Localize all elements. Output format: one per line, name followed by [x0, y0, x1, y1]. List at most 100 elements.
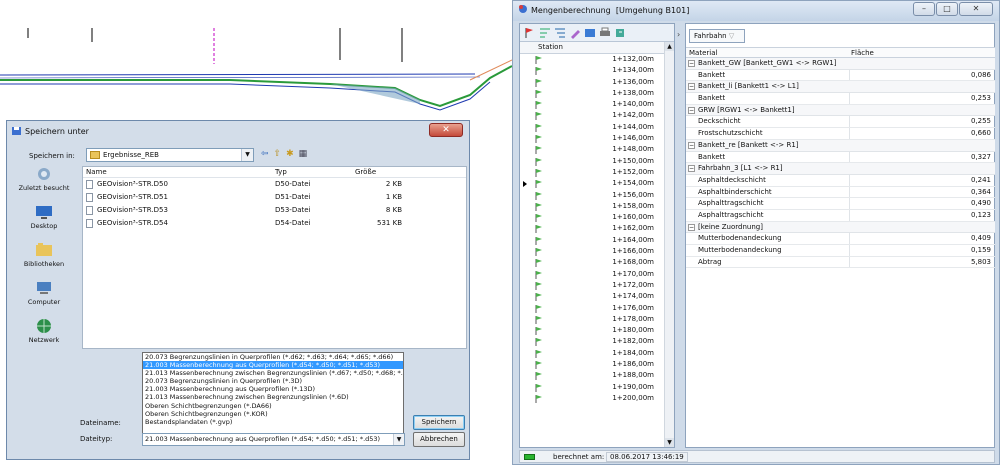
flaeche-column-header[interactable]: Fläche [851, 48, 874, 58]
material-row[interactable]: Bankett 0,253 [686, 93, 995, 105]
sort-list-icon[interactable] [554, 27, 566, 39]
file-list[interactable]: Name Typ Größe GEOvision³-STR.D50 D50-Dat… [82, 166, 467, 349]
back-arrow-icon[interactable]: ⇦ [261, 149, 269, 159]
export-icon[interactable] [614, 27, 626, 39]
station-row[interactable]: 1+182,00m [520, 336, 674, 347]
scroll-up-arrow-icon[interactable]: ▲ [665, 42, 674, 51]
station-list[interactable]: 1+132,00m 1+134,00m 1+136,00m 1+138,00m 1+14… [520, 54, 674, 404]
station-row[interactable]: 1+162,00m [520, 223, 674, 234]
station-row[interactable]: 1+186,00m [520, 359, 674, 370]
station-row[interactable]: 1+176,00m [520, 303, 674, 314]
material-row[interactable]: Asphaltdeckschicht 0,241 [686, 174, 995, 187]
filetype-option[interactable]: Oberen Schichtbegrenzungen (*.KOR) [143, 410, 403, 418]
station-row[interactable]: 1+148,00m [520, 144, 674, 155]
dialog-close-button[interactable]: ✕ [429, 123, 463, 137]
file-row[interactable]: GEOvision³-STR.D53 D53-Datei 8 KB [83, 204, 466, 217]
collapse-icon[interactable]: − [688, 165, 695, 173]
material-group-row[interactable]: − GRW [RGW1 <-> Bankett1] [686, 104, 995, 117]
print-icon[interactable] [599, 27, 611, 39]
edit-list-icon[interactable] [569, 27, 581, 39]
filetype-dropdown-list[interactable]: 20.073 Begrenzungslinien in Querprofilen… [142, 352, 404, 434]
station-row[interactable]: 1+152,00m [520, 167, 674, 178]
material-row[interactable]: Mutterbodenandeckung 0,409 [686, 233, 995, 245]
place-computer[interactable]: Computer [11, 280, 77, 317]
filetype-option[interactable]: 21.013 Massenberechnung zwischen Begrenz… [143, 393, 403, 401]
material-column-header[interactable]: Material [689, 48, 717, 58]
station-row[interactable]: 1+142,00m [520, 110, 674, 121]
material-row[interactable]: Bankett 0,086 [686, 69, 995, 82]
station-row[interactable]: 1+168,00m [520, 257, 674, 268]
collapse-icon[interactable]: − [688, 223, 695, 231]
station-row[interactable]: 1+140,00m [520, 99, 674, 110]
material-row[interactable]: Deckschicht 0,255 [686, 116, 995, 129]
close-button[interactable]: ✕ [959, 2, 993, 16]
station-row[interactable]: 1+180,00m [520, 325, 674, 336]
collapse-icon[interactable]: − [688, 60, 695, 67]
up-folder-icon[interactable]: ⇧ [274, 149, 282, 159]
maximize-button[interactable]: □ [936, 2, 958, 16]
station-scrollbar[interactable]: ▲ ▼ [664, 42, 674, 447]
place-libraries[interactable]: Bibliotheken [11, 242, 77, 279]
file-row[interactable]: GEOvision³-STR.D51 D51-Datei 1 KB [83, 191, 466, 204]
filter-list-icon[interactable] [539, 27, 551, 39]
material-row[interactable]: Mutterbodenandeckung 0,159 [686, 245, 995, 257]
station-row[interactable]: 1+170,00m [520, 269, 674, 280]
filetype-option[interactable]: Oberen Schichtbegrenzungen (*.DA66) [143, 402, 403, 410]
chevron-down-icon[interactable]: ▼ [393, 434, 404, 445]
station-row[interactable]: 1+134,00m [520, 65, 674, 76]
material-row[interactable]: Asphalttragschicht 0,123 [686, 209, 995, 222]
material-group-row[interactable]: − [keine Zuordnung] [686, 221, 995, 234]
station-row[interactable]: 1+178,00m [520, 314, 674, 325]
station-row[interactable]: 1+150,00m [520, 156, 674, 167]
filetype-option[interactable]: 20.073 Begrenzungslinien in Querprofilen… [143, 377, 403, 385]
collapse-icon[interactable]: − [688, 83, 695, 91]
material-group-row[interactable]: − Bankett_li [Bankett1 <-> L1] [686, 81, 995, 94]
station-row[interactable]: 1+172,00m [520, 280, 674, 291]
material-row[interactable]: Asphaltbinderschicht 0,364 [686, 186, 995, 199]
station-row[interactable]: 1+174,00m [520, 291, 674, 302]
window-icon[interactable] [584, 27, 596, 39]
material-group-row[interactable]: − Bankett_GW [Bankett_GW1 <-> RGW1] [686, 58, 995, 70]
save-button[interactable]: Speichern [413, 415, 465, 430]
place-recent[interactable]: Zuletzt besucht [11, 166, 77, 203]
minimize-button[interactable]: – [913, 2, 935, 16]
file-row[interactable]: GEOvision³-STR.D50 D50-Datei 2 KB [83, 178, 466, 191]
material-group-row[interactable]: − Fahrbahn_3 [L1 <-> R1] [686, 163, 995, 175]
station-row[interactable]: 1+144,00m [520, 122, 674, 133]
station-column-header[interactable]: Station [520, 42, 674, 54]
filetype-option[interactable]: Bestandsplandaten (*.gvp) [143, 418, 403, 426]
station-row[interactable]: 1+164,00m [520, 235, 674, 246]
chevron-down-icon[interactable]: ▼ [241, 149, 253, 161]
station-row[interactable]: 1+136,00m [520, 77, 674, 88]
station-row[interactable]: 1+156,00m [520, 190, 674, 201]
view-menu-icon[interactable]: ▦ [299, 149, 308, 159]
filetype-select[interactable]: 21.003 Massenberechnung aus Querprofilen… [142, 433, 405, 446]
filetype-option[interactable]: 21.003 Massenberechnung aus Querprofilen… [143, 385, 403, 393]
station-row[interactable]: 1+190,00m [520, 382, 674, 393]
material-row[interactable]: Asphalttragschicht 0,490 [686, 198, 995, 210]
filetype-option[interactable]: 21.003 Massenberechnung aus Querprofilen… [143, 361, 403, 370]
file-row[interactable]: GEOvision³-STR.D54 D54-Datei 531 KB [83, 217, 466, 230]
panel-splitter[interactable]: › [676, 23, 684, 448]
material-row[interactable]: Frostschutzschicht 0,660 [686, 128, 995, 140]
station-row[interactable]: 1+132,00m [520, 54, 674, 65]
cancel-button[interactable]: Abbrechen [413, 432, 465, 447]
type-column-header[interactable]: Typ [275, 167, 287, 177]
fahrbahn-filter-tab[interactable]: Fahrbahn ▽ [689, 29, 745, 43]
station-row[interactable]: 1+166,00m [520, 246, 674, 257]
station-row[interactable]: 1+154,00m [520, 178, 674, 189]
station-row[interactable]: 1+160,00m [520, 212, 674, 223]
station-row[interactable]: 1+200,00m [520, 393, 674, 404]
size-column-header[interactable]: Größe [355, 167, 376, 177]
material-row[interactable]: Bankett 0,327 [686, 151, 995, 164]
place-network[interactable]: Netzwerk [11, 318, 77, 355]
station-row[interactable]: 1+158,00m [520, 201, 674, 212]
save-in-combo[interactable]: Ergebnisse_REB ▼ [86, 148, 254, 162]
collapse-icon[interactable]: − [688, 141, 695, 149]
collapse-icon[interactable]: − [688, 106, 695, 114]
name-column-header[interactable]: Name [86, 167, 107, 177]
cad-drawing-area[interactable] [0, 0, 512, 125]
filetype-option[interactable]: 20.073 Begrenzungslinien in Querprofilen… [143, 353, 403, 361]
filetype-option[interactable]: 21.013 Massenberechnung zwischen Begrenz… [143, 369, 403, 377]
station-row[interactable]: 1+184,00m [520, 348, 674, 359]
